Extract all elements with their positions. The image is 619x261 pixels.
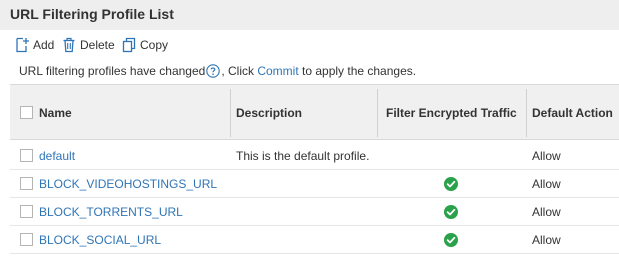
help-circle-icon[interactable] [206, 64, 221, 78]
profile-name-link[interactable]: BLOCK_TORRENTS_URL [39, 198, 183, 225]
column-header-name[interactable]: Name [39, 85, 72, 140]
row-checkbox[interactable] [20, 205, 33, 218]
default-action: Allow [532, 148, 561, 163]
copy-button[interactable]: Copy [122, 37, 168, 53]
column-divider [377, 89, 378, 137]
delete-button[interactable]: Delete [62, 37, 115, 53]
profile-name-link[interactable]: default [39, 142, 75, 169]
row-checkbox[interactable] [20, 149, 33, 162]
select-all-checkbox[interactable] [20, 106, 33, 119]
table-row[interactable]: BLOCK_SOCIAL_URL Allow [10, 226, 619, 254]
row-select-cell [20, 226, 33, 253]
add-label: Add [33, 38, 55, 52]
row-select-cell [20, 170, 33, 197]
table-row[interactable]: BLOCK_VIDEOHOSTINGS_URL Allow [10, 170, 619, 198]
profile-name-link[interactable]: BLOCK_VIDEOHOSTINGS_URL [39, 170, 217, 197]
check-circle-icon [444, 232, 458, 247]
table-header: Name Description Filter Encrypted Traffi… [10, 84, 619, 140]
column-divider [230, 89, 231, 137]
column-header-filter-encrypted[interactable]: Filter Encrypted Traffic [386, 85, 517, 140]
column-divider [526, 89, 527, 137]
filter-encrypted-cell [444, 198, 458, 225]
table-row[interactable]: BLOCK_TORRENTS_URL Allow [10, 198, 619, 226]
filter-encrypted-cell [444, 226, 458, 253]
row-checkbox[interactable] [20, 177, 33, 190]
row-checkbox[interactable] [20, 233, 33, 246]
copy-label: Copy [140, 38, 169, 52]
check-circle-icon [444, 204, 458, 219]
commit-link[interactable]: Commit [257, 64, 298, 78]
select-all-cell [20, 85, 33, 140]
check-circle-icon [444, 176, 458, 191]
default-action: Allow [532, 204, 561, 219]
default-action: Allow [532, 232, 561, 247]
notice-text: URL filtering profiles have changed [19, 64, 206, 78]
delete-label: Delete [80, 38, 115, 52]
row-select-cell [20, 198, 33, 225]
row-select-cell [20, 142, 33, 169]
profile-description: This is the default profile. [236, 148, 370, 163]
table-row[interactable]: default This is the default profile. All… [10, 142, 619, 170]
page-title: URL Filtering Profile List [10, 6, 174, 22]
add-icon [15, 37, 29, 53]
trash-icon [62, 37, 76, 53]
default-action: Allow [532, 176, 561, 191]
toolbar: Add Delete Copy [0, 30, 619, 60]
add-button[interactable]: Add [15, 37, 54, 53]
notice-text-middle: , Click [221, 64, 258, 78]
page-header: URL Filtering Profile List [0, 0, 619, 30]
column-header-description[interactable]: Description [236, 85, 302, 140]
change-notice: URL filtering profiles have changed , Cl… [0, 60, 619, 82]
notice-text-end: to apply the changes. [298, 64, 417, 78]
profile-name-link[interactable]: BLOCK_SOCIAL_URL [39, 226, 161, 253]
filter-encrypted-cell [444, 170, 458, 197]
copy-icon [122, 37, 136, 53]
column-header-default-action[interactable]: Default Action [532, 85, 613, 140]
